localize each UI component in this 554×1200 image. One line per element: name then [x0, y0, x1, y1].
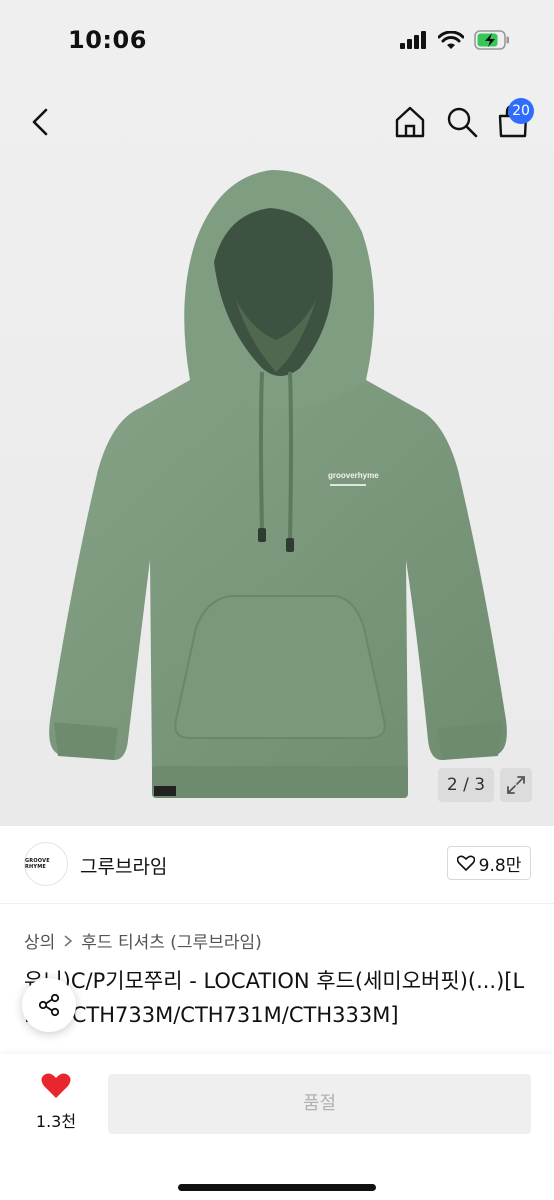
- share-icon: [38, 993, 60, 1017]
- brand-row: GROOVE RHYME 그루브라임 9.8만: [0, 826, 554, 904]
- breadcrumb-item-category[interactable]: 상의: [24, 928, 55, 953]
- back-arrow-icon[interactable]: [24, 102, 58, 142]
- breadcrumb-item-subcategory[interactable]: 후드 티셔츠 (그루브라임): [81, 928, 261, 953]
- share-button[interactable]: [22, 978, 76, 1032]
- battery-charging-icon: [474, 30, 509, 50]
- home-icon[interactable]: [391, 102, 429, 142]
- wishlist-count: 1.3천: [35, 1112, 77, 1131]
- product-logo-print: grooverhyme: [328, 471, 379, 480]
- wishlist-button[interactable]: 1.3천: [28, 1072, 84, 1132]
- home-indicator: [178, 1184, 376, 1191]
- top-navigation: [0, 84, 554, 160]
- status-time: 10:06: [68, 26, 147, 54]
- bottom-action-bar: 1.3천 품절: [0, 1054, 554, 1200]
- search-icon[interactable]: [443, 102, 481, 142]
- product-title: 유니)C/P기모쭈리 - LOCATION 후드(세미오버핏)(...)[LRA…: [24, 969, 525, 1027]
- brand-logo[interactable]: GROOVE RHYME: [24, 842, 68, 886]
- signal-icon: [400, 31, 426, 49]
- soldout-button[interactable]: 품절: [108, 1074, 531, 1134]
- chevron-right-icon: [64, 934, 73, 947]
- brand-like-button[interactable]: 9.8만: [447, 846, 531, 880]
- expand-image-button[interactable]: [500, 768, 532, 802]
- wifi-icon: [438, 30, 464, 49]
- product-image: grooverhyme: [49, 170, 507, 798]
- breadcrumb: 상의 후드 티셔츠 (그루브라임): [24, 928, 262, 953]
- expand-icon: [507, 776, 525, 794]
- brand-logo-text: GROOVE RHYME: [25, 858, 50, 870]
- status-bar: 10:06: [0, 0, 554, 84]
- heart-filled-icon: [41, 1073, 71, 1098]
- image-counter: 2 / 3: [438, 768, 494, 802]
- status-icons: [400, 30, 510, 50]
- brand-name[interactable]: 그루브라임: [80, 852, 167, 879]
- brand-like-count: 9.8만: [478, 855, 522, 876]
- heart-outline-icon: [456, 855, 475, 871]
- cart-count-badge: 20: [508, 98, 534, 124]
